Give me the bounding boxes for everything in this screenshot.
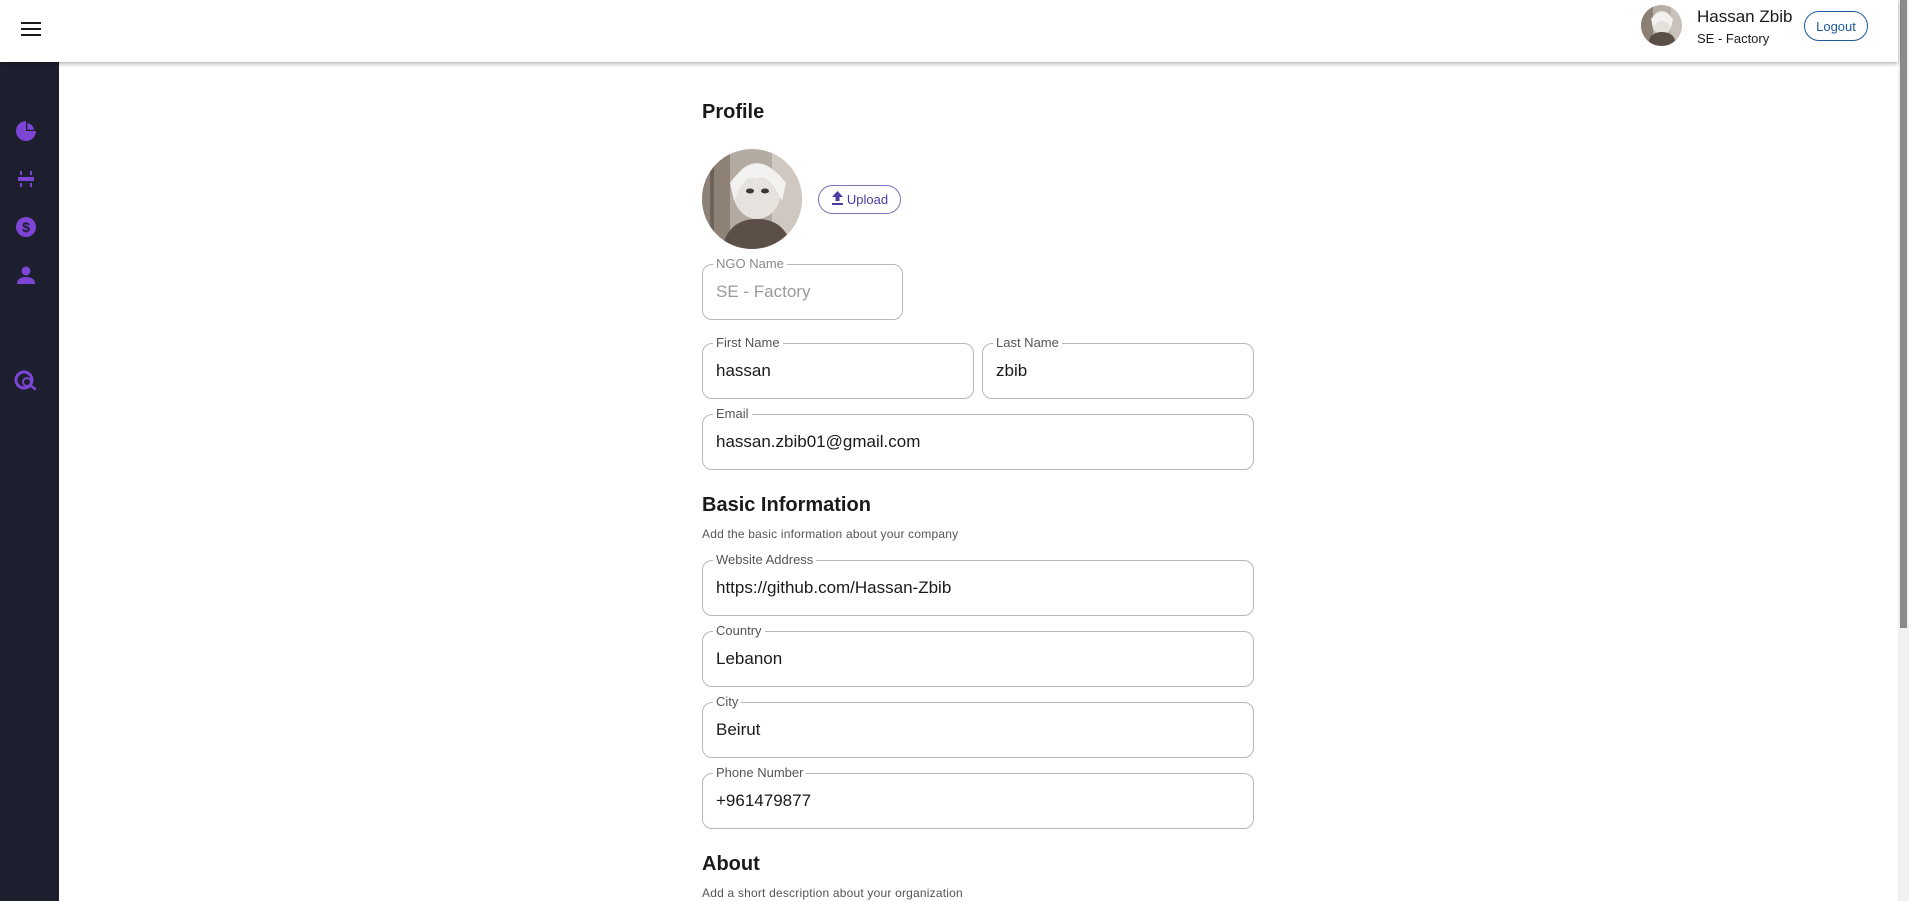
- person-icon[interactable]: [13, 262, 39, 288]
- dollar-icon[interactable]: $: [13, 214, 39, 240]
- website-address-field[interactable]: Website Address https://github.com/Hassa…: [702, 552, 1254, 616]
- email-input[interactable]: hassan.zbib01@gmail.com: [716, 415, 1241, 469]
- scrollbar-thumb[interactable]: [1900, 0, 1907, 628]
- phone-number-input[interactable]: +961479877: [716, 774, 1241, 828]
- top-app-bar: Hassan Zbib SE - Factory Logout: [0, 0, 1898, 62]
- page-scrollbar[interactable]: [1898, 0, 1909, 901]
- menu-icon[interactable]: [19, 17, 43, 41]
- ngo-name-field: NGO Name SE - Factory: [702, 256, 903, 320]
- user-organization: SE - Factory: [1697, 31, 1770, 46]
- last-name-field[interactable]: Last Name zbib: [982, 335, 1254, 399]
- upload-button[interactable]: Upload: [818, 185, 901, 214]
- basic-information-subtitle: Add the basic information about your com…: [702, 527, 959, 541]
- country-input[interactable]: Lebanon: [716, 632, 1241, 686]
- profile-avatar: [702, 149, 802, 249]
- phone-number-field[interactable]: Phone Number +961479877: [702, 765, 1254, 829]
- svg-text:$: $: [22, 219, 30, 235]
- about-heading: About: [702, 853, 760, 875]
- ngo-name-input: SE - Factory: [716, 282, 811, 301]
- city-field[interactable]: City Beirut: [702, 694, 1254, 758]
- user-name: Hassan Zbib: [1697, 7, 1793, 26]
- pie-chart-icon[interactable]: [13, 118, 39, 144]
- upload-label: Upload: [846, 192, 889, 207]
- email-field[interactable]: Email hassan.zbib01@gmail.com: [702, 406, 1254, 470]
- event-icon[interactable]: [13, 166, 39, 192]
- search-magnify-icon[interactable]: [13, 367, 39, 393]
- last-name-input[interactable]: zbib: [996, 344, 1241, 398]
- upload-icon: [831, 191, 844, 208]
- first-name-input[interactable]: hassan: [716, 344, 961, 398]
- avatar[interactable]: [1641, 5, 1682, 46]
- first-name-field[interactable]: First Name hassan: [702, 335, 974, 399]
- city-input[interactable]: Beirut: [716, 703, 1241, 757]
- country-field[interactable]: Country Lebanon: [702, 623, 1254, 687]
- sidebar: $: [0, 62, 59, 901]
- page-title: Profile: [702, 101, 765, 123]
- logout-button[interactable]: Logout: [1804, 11, 1868, 41]
- about-subtitle: Add a short description about your organ…: [702, 886, 963, 900]
- basic-information-heading: Basic Information: [702, 494, 871, 516]
- website-address-input[interactable]: https://github.com/Hassan-Zbib: [716, 561, 1241, 615]
